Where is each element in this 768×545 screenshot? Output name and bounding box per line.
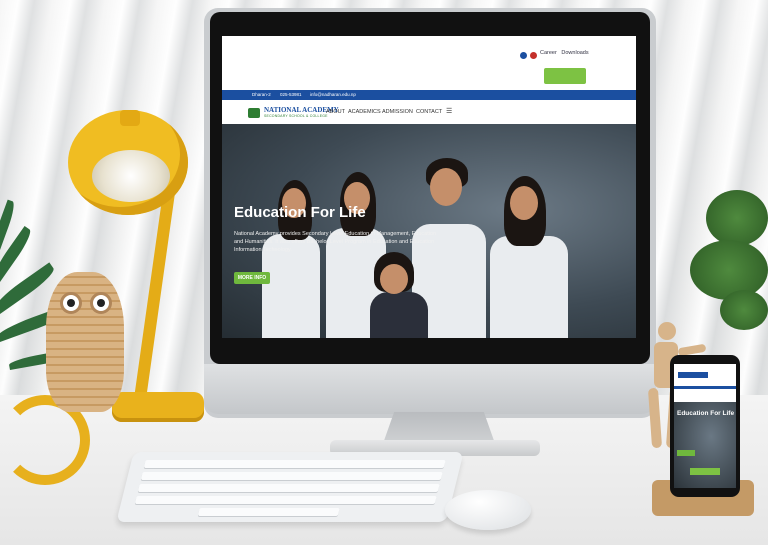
logo-subtitle: SECONDARY SCHOOL & COLLEGE	[264, 114, 328, 118]
more-info-button[interactable]: MORE INFO	[234, 272, 270, 284]
email-text[interactable]: info@nadharan.edu.np	[310, 92, 356, 97]
apply-button[interactable]	[544, 68, 586, 84]
location-text: Dharan-2	[252, 92, 271, 97]
downloads-link[interactable]: Downloads	[561, 50, 588, 56]
phone-apply-button[interactable]	[690, 468, 720, 475]
nav-admission[interactable]: ADMISSION	[382, 109, 413, 115]
nav-about[interactable]: ABOUT	[326, 109, 345, 115]
website-topbar: Career Downloads	[222, 36, 636, 84]
wooden-owl	[46, 272, 124, 412]
mouse	[445, 490, 531, 530]
lamp-knob	[120, 110, 140, 126]
nav-academics[interactable]: ACADEMICS	[348, 109, 381, 115]
phone-bluebar	[674, 386, 736, 389]
website-screen: Career Downloads Dharan-2 025-53981 info…	[222, 36, 636, 338]
hero-title: Education For Life	[234, 204, 366, 221]
phone-text: 025-53981	[280, 92, 302, 97]
lamp-base	[112, 392, 204, 422]
monitor-chin	[204, 364, 656, 414]
career-link[interactable]: Career	[540, 50, 557, 56]
lamp-bulb	[92, 150, 170, 202]
nav-contact[interactable]: CONTACT	[416, 109, 442, 115]
contact-info-bar: Dharan-2 025-53981 info@nadharan.edu.np	[222, 90, 636, 100]
hero-description: National Academy provides Secondary Leve…	[234, 231, 437, 253]
main-nav: NATIONAL ACADEMY SECONDARY SCHOOL & COLL…	[222, 100, 636, 125]
facebook-icon[interactable]	[520, 52, 527, 59]
logo-icon[interactable]	[248, 108, 260, 118]
keyboard	[116, 452, 464, 522]
youtube-icon[interactable]	[530, 52, 537, 59]
phone-more-info-button[interactable]	[677, 450, 695, 456]
phone-logo	[678, 372, 708, 378]
menu-icon[interactable]: ☰	[446, 107, 452, 115]
topbar-links: Career Downloads	[540, 50, 589, 56]
hero-section: Education For Life National Academy prov…	[222, 124, 636, 338]
phone-hero-title: Education For Life	[677, 410, 735, 417]
phone-screen: Education For Life	[674, 364, 736, 488]
